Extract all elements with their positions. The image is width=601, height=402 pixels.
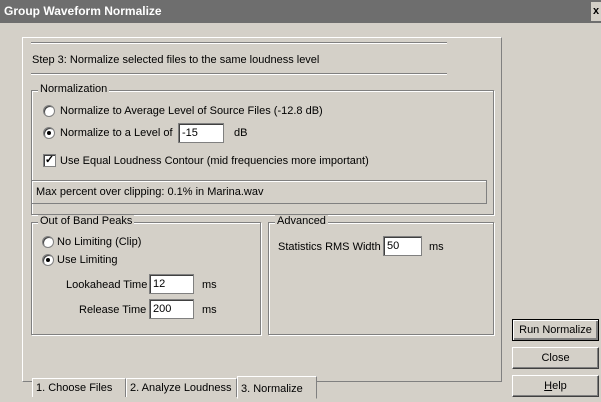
rms-width-label: Statistics RMS Width [278, 241, 381, 253]
use-limiting-label[interactable]: Use Limiting [57, 253, 118, 267]
release-input[interactable] [149, 299, 194, 319]
out-of-band-legend: Out of Band Peaks [38, 215, 135, 227]
advanced-legend: Advanced [275, 215, 328, 227]
lookahead-input[interactable] [149, 274, 194, 294]
normalize-level-radio[interactable] [43, 127, 55, 139]
title-bar: Group Waveform Normalize x [0, 0, 601, 23]
normalize-level-label[interactable]: Normalize to a Level of [60, 126, 173, 140]
clipping-status: Max percent over clipping: 0.1% in Marin… [31, 180, 487, 204]
divider-top [31, 42, 447, 44]
release-unit: ms [202, 304, 217, 316]
help-button-label: elp [552, 380, 567, 392]
tab-analyze-loudness[interactable]: 2. Analyze Loudness [126, 378, 237, 397]
help-button[interactable]: Help [512, 375, 599, 397]
equal-loudness-checkbox[interactable]: ✓ [43, 154, 56, 167]
divider-bottom [31, 73, 447, 75]
no-limiting-radio[interactable] [42, 236, 54, 248]
close-button[interactable]: Close [512, 347, 599, 369]
rms-width-unit: ms [429, 241, 444, 253]
advanced-group: Advanced Statistics RMS Width ms [268, 215, 494, 335]
release-label: Release Time [79, 304, 147, 316]
step-description: Step 3: Normalize selected files to the … [32, 54, 320, 66]
use-limiting-radio[interactable] [42, 254, 54, 266]
equal-loudness-label[interactable]: Use Equal Loudness Contour (mid frequenc… [60, 154, 369, 168]
normalize-average-radio[interactable] [43, 105, 55, 117]
normalize-average-label[interactable]: Normalize to Average Level of Source Fil… [60, 104, 323, 118]
tab-normalize[interactable]: 3. Normalize [237, 376, 317, 399]
close-icon[interactable]: x [591, 2, 601, 21]
run-normalize-button[interactable]: Run Normalize [512, 319, 599, 341]
help-button-mnemonic: H [544, 380, 553, 392]
normalize-level-unit: dB [234, 127, 248, 139]
normalize-level-input[interactable] [178, 123, 224, 143]
no-limiting-label[interactable]: No Limiting (Clip) [57, 235, 141, 249]
out-of-band-group: Out of Band Peaks No Limiting (Clip) Use… [31, 215, 261, 335]
window-body: Step 3: Normalize selected files to the … [0, 23, 601, 402]
normalization-legend: Normalization [38, 83, 110, 95]
lookahead-label: Lookahead Time [66, 279, 148, 291]
tab-panel: Step 3: Normalize selected files to the … [22, 37, 502, 382]
window-title: Group Waveform Normalize [4, 4, 162, 18]
rms-width-input[interactable] [383, 236, 422, 256]
tab-choose-files[interactable]: 1. Choose Files [32, 378, 126, 397]
lookahead-unit: ms [202, 279, 217, 291]
